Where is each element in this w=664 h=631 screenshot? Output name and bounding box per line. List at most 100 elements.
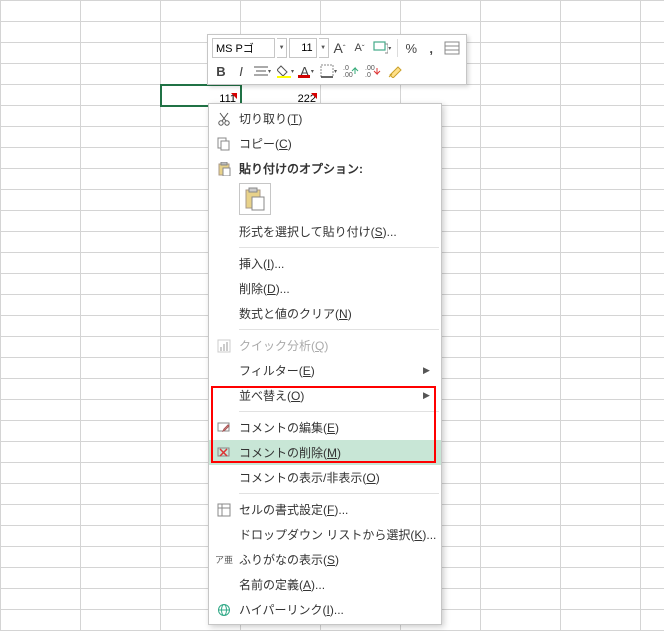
cell[interactable]	[481, 547, 561, 568]
cell[interactable]	[81, 421, 161, 442]
menu-delete-comment[interactable]: コメントの削除(M)	[209, 440, 441, 465]
cell[interactable]	[1, 169, 81, 190]
cell[interactable]	[561, 274, 641, 295]
cell[interactable]	[481, 505, 561, 526]
italic-button[interactable]: I	[232, 61, 250, 81]
cell[interactable]	[1, 106, 81, 127]
cell[interactable]	[561, 43, 641, 64]
cell[interactable]	[561, 505, 641, 526]
cell[interactable]	[561, 337, 641, 358]
cell[interactable]	[1, 358, 81, 379]
percent-button[interactable]: %	[402, 38, 420, 58]
cell[interactable]	[81, 85, 161, 106]
cell[interactable]	[1, 610, 81, 631]
cell[interactable]	[641, 442, 664, 463]
decrease-decimal-button[interactable]: .00.0	[363, 61, 383, 81]
cell[interactable]	[81, 463, 161, 484]
cell[interactable]	[481, 337, 561, 358]
cell[interactable]	[481, 400, 561, 421]
cell[interactable]	[481, 253, 561, 274]
cell[interactable]	[1, 442, 81, 463]
menu-paste-special[interactable]: 形式を選択して貼り付け(S)...	[209, 219, 441, 244]
clear-format-button[interactable]	[385, 61, 405, 81]
cell[interactable]	[641, 526, 664, 547]
cell[interactable]	[321, 1, 401, 22]
increase-font-button[interactable]: Aˆ	[331, 38, 349, 58]
fill-color-button[interactable]: ▾	[275, 61, 296, 81]
cell[interactable]	[1, 463, 81, 484]
cell[interactable]	[561, 85, 641, 106]
cell[interactable]	[641, 295, 664, 316]
cell[interactable]	[81, 484, 161, 505]
cell[interactable]	[561, 169, 641, 190]
cell[interactable]	[561, 64, 641, 85]
cell[interactable]	[641, 22, 664, 43]
cell[interactable]	[1, 295, 81, 316]
cell[interactable]	[481, 358, 561, 379]
cell[interactable]	[481, 484, 561, 505]
cell[interactable]	[561, 1, 641, 22]
cell[interactable]	[81, 106, 161, 127]
cell[interactable]	[401, 1, 481, 22]
cell[interactable]	[1, 253, 81, 274]
cell[interactable]	[561, 484, 641, 505]
cell[interactable]	[481, 274, 561, 295]
cell[interactable]	[81, 169, 161, 190]
cell[interactable]	[481, 442, 561, 463]
cell[interactable]	[561, 106, 641, 127]
cell[interactable]	[1, 421, 81, 442]
cell[interactable]	[561, 148, 641, 169]
cell[interactable]	[1, 85, 81, 106]
cell[interactable]	[561, 127, 641, 148]
cell[interactable]	[561, 568, 641, 589]
cell[interactable]	[641, 505, 664, 526]
cell[interactable]	[1, 526, 81, 547]
cell[interactable]	[1, 547, 81, 568]
cell[interactable]	[1, 484, 81, 505]
cell[interactable]	[81, 547, 161, 568]
cell[interactable]	[641, 589, 664, 610]
font-size-field[interactable]: 11	[289, 38, 317, 58]
cell[interactable]	[481, 169, 561, 190]
cell[interactable]	[1, 211, 81, 232]
cell[interactable]	[561, 358, 641, 379]
cell[interactable]	[561, 316, 641, 337]
cell[interactable]	[481, 190, 561, 211]
cell[interactable]	[1, 589, 81, 610]
cell[interactable]	[641, 253, 664, 274]
cell[interactable]	[641, 400, 664, 421]
cell[interactable]	[481, 589, 561, 610]
font-color-button[interactable]: A ▾	[298, 61, 316, 81]
cell[interactable]	[1, 190, 81, 211]
cell[interactable]	[641, 379, 664, 400]
cell[interactable]	[1, 1, 81, 22]
cell[interactable]	[481, 232, 561, 253]
cell[interactable]	[481, 295, 561, 316]
cell[interactable]	[81, 43, 161, 64]
cell[interactable]	[561, 463, 641, 484]
cell[interactable]	[81, 400, 161, 421]
cell[interactable]	[641, 484, 664, 505]
cell[interactable]	[641, 85, 664, 106]
cell[interactable]	[561, 232, 641, 253]
align-button[interactable]: ▾	[252, 61, 273, 81]
cell[interactable]	[561, 610, 641, 631]
cell[interactable]	[641, 211, 664, 232]
menu-copy[interactable]: コピー(C)	[209, 131, 441, 156]
menu-sort[interactable]: 並べ替え(O) ▶	[209, 383, 441, 408]
cell[interactable]	[1, 316, 81, 337]
cell[interactable]	[481, 463, 561, 484]
cell[interactable]	[481, 568, 561, 589]
cell[interactable]	[641, 106, 664, 127]
menu-delete[interactable]: 削除(D)...	[209, 276, 441, 301]
cell[interactable]	[641, 421, 664, 442]
cell[interactable]	[641, 610, 664, 631]
cell[interactable]	[481, 316, 561, 337]
menu-toggle-comment[interactable]: コメントの表示/非表示(O)	[209, 465, 441, 490]
cell[interactable]	[561, 400, 641, 421]
cell[interactable]	[81, 379, 161, 400]
cell[interactable]	[641, 127, 664, 148]
cell[interactable]	[641, 169, 664, 190]
menu-furigana[interactable]: ア亜 ふりがなの表示(S)	[209, 547, 441, 572]
cell[interactable]	[641, 547, 664, 568]
